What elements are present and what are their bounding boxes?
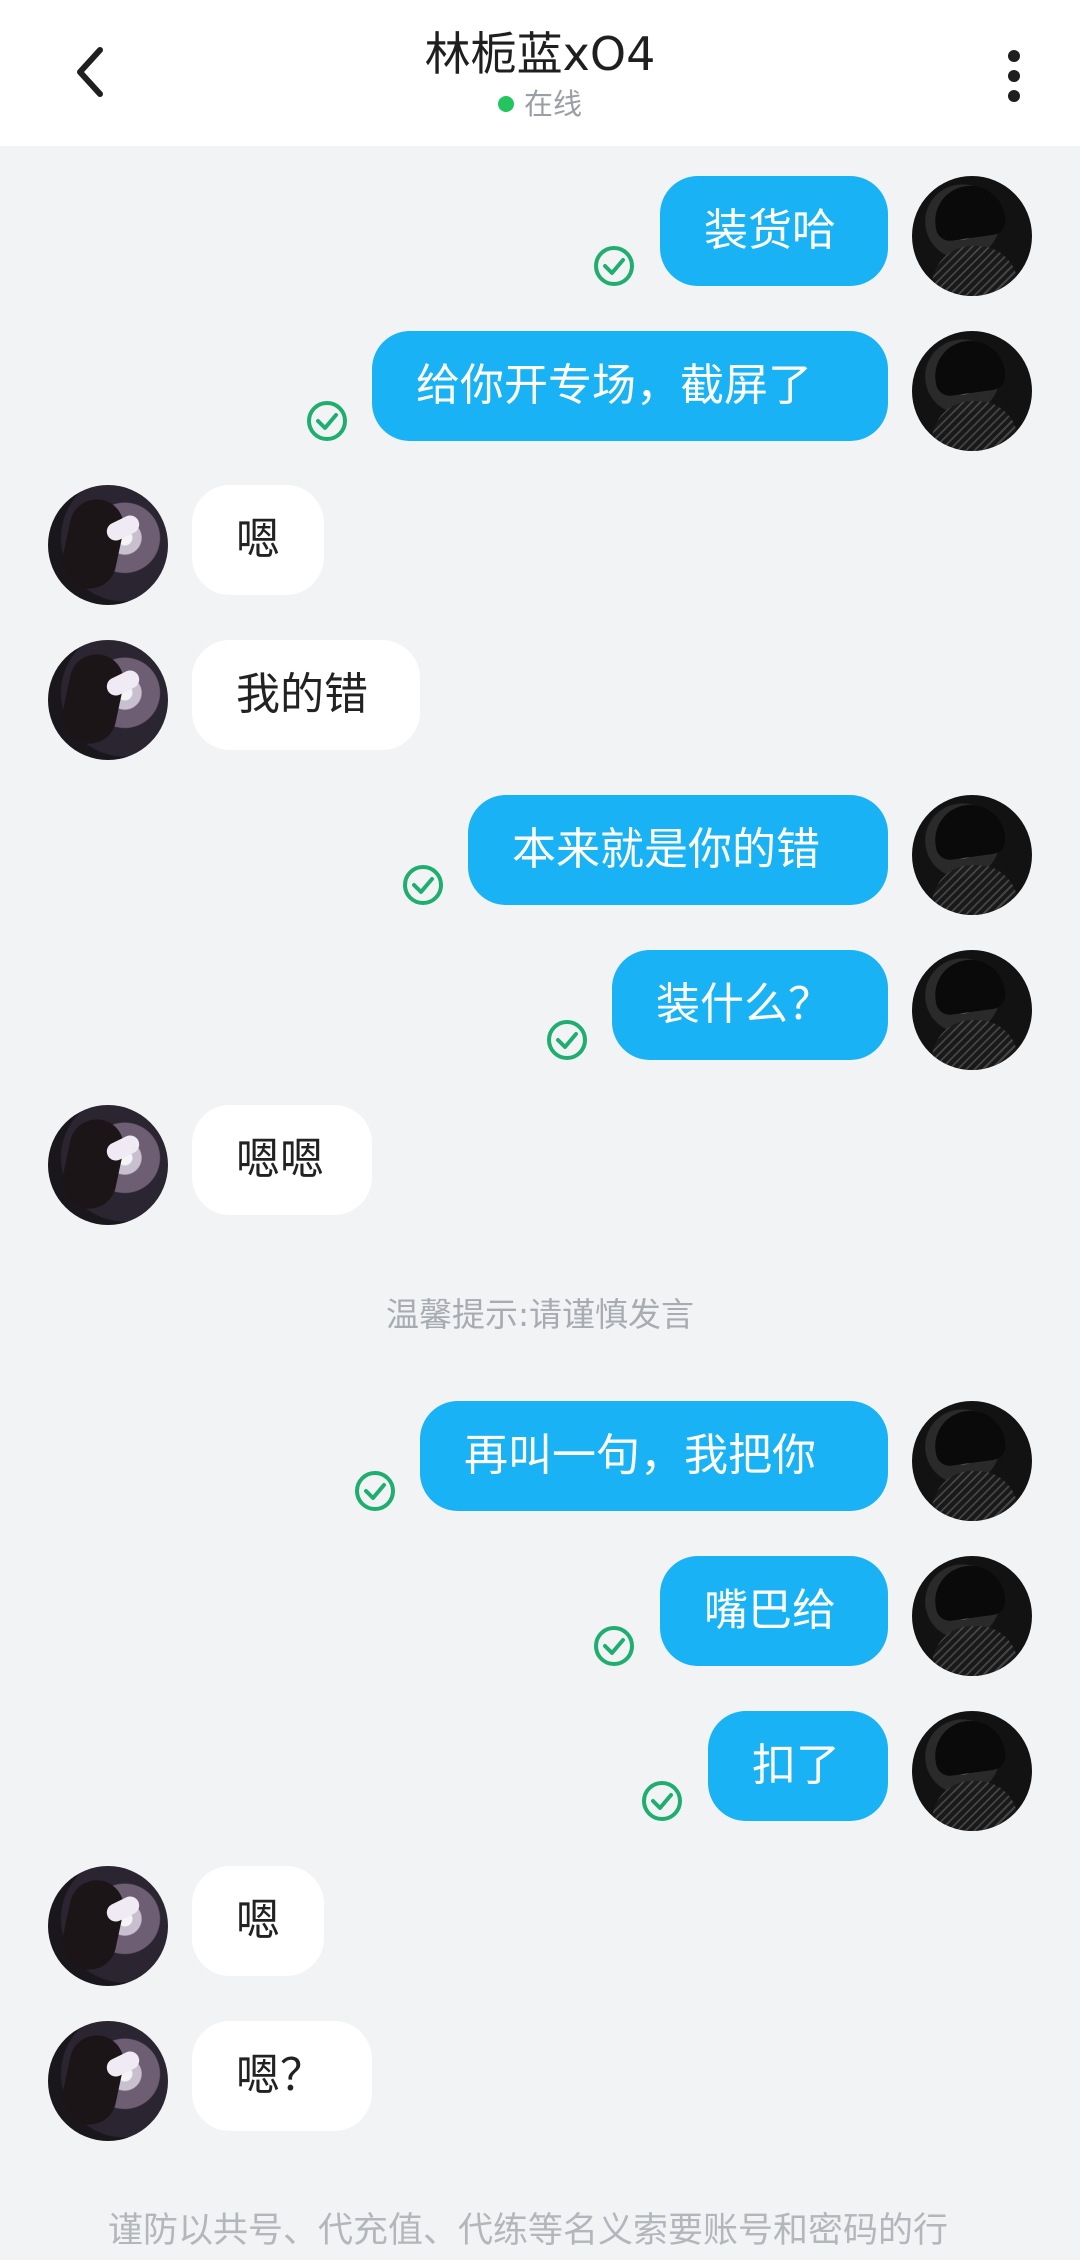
my-avatar[interactable] <box>912 1711 1032 1831</box>
contact-avatar[interactable] <box>48 640 168 760</box>
my-message-bubble[interactable]: 嘴巴给 <box>660 1556 888 1666</box>
contact-avatar[interactable] <box>48 1866 168 1986</box>
chat-header: 林栀蓝xO4 在线 <box>0 0 1080 146</box>
more-button[interactable] <box>990 40 1038 112</box>
check-circle-icon <box>594 246 634 286</box>
my-message-bubble[interactable]: 给你开专场，截屏了 <box>372 331 888 441</box>
system-tip: 温馨提示:请谨慎发言 <box>385 1295 695 1334</box>
online-status: 在线 <box>0 86 1080 122</box>
my-message-bubble[interactable]: 再叫一句，我把你 <box>420 1401 888 1511</box>
check-circle-icon <box>403 865 443 905</box>
check-circle-icon <box>307 401 347 441</box>
status-text: 在线 <box>523 87 582 121</box>
contact-message-bubble[interactable]: 嗯 <box>192 485 324 595</box>
my-message-bubble[interactable]: 扣了 <box>708 1711 888 1821</box>
contact-avatar[interactable] <box>48 485 168 605</box>
check-circle-icon <box>594 1626 634 1666</box>
check-circle-icon <box>547 1020 587 1060</box>
contact-name: 林栀蓝xO4 <box>424 27 656 81</box>
my-avatar[interactable] <box>912 1401 1032 1521</box>
check-circle-icon <box>642 1781 682 1821</box>
contact-avatar[interactable] <box>48 2021 168 2141</box>
my-avatar[interactable] <box>912 331 1032 451</box>
my-avatar[interactable] <box>912 176 1032 296</box>
contact-avatar[interactable] <box>48 1105 168 1225</box>
my-message-bubble[interactable]: 装什么？ <box>612 950 888 1060</box>
my-avatar[interactable] <box>912 950 1032 1070</box>
my-avatar[interactable] <box>912 795 1032 915</box>
online-dot-icon <box>497 96 514 112</box>
my-message-bubble[interactable]: 装货哈 <box>660 176 888 286</box>
anti-fraud-warning: 谨防以共号、代充值、代练等名义索要账号和密码的行 <box>108 2211 949 2251</box>
contact-message-bubble[interactable]: 嗯？ <box>192 2021 372 2131</box>
my-avatar[interactable] <box>912 1556 1032 1676</box>
more-vertical-icon <box>1008 50 1020 102</box>
check-circle-icon <box>355 1471 395 1511</box>
contact-message-bubble[interactable]: 嗯嗯 <box>192 1105 372 1215</box>
contact-message-bubble[interactable]: 嗯 <box>192 1866 324 1976</box>
my-message-bubble[interactable]: 本来就是你的错 <box>468 795 888 905</box>
contact-message-bubble[interactable]: 我的错 <box>192 640 420 750</box>
